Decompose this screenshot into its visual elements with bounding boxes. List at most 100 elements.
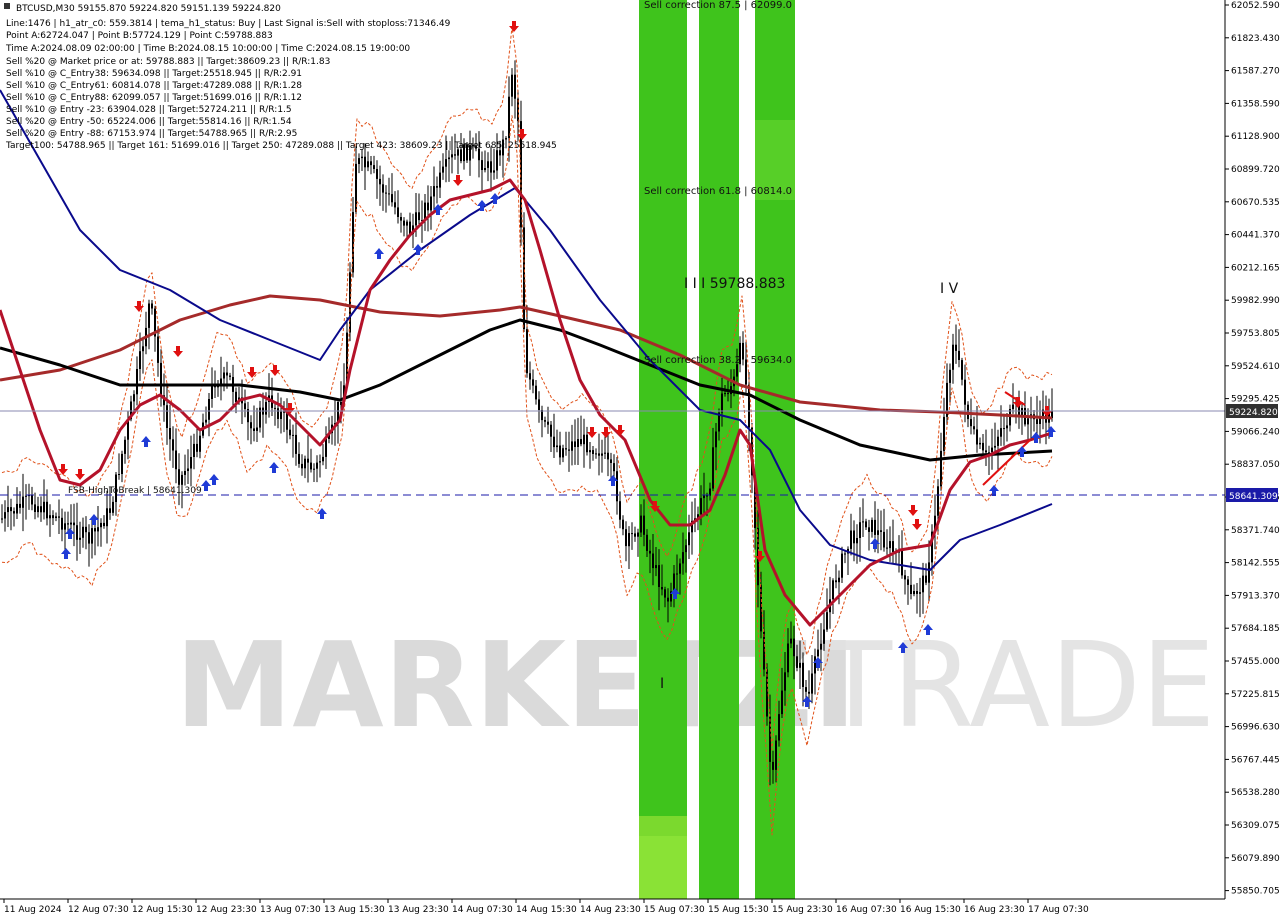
- candle-body: [622, 519, 624, 530]
- candle-body: [676, 573, 678, 575]
- candle-body: [775, 740, 777, 770]
- candle-body: [961, 360, 963, 380]
- candle-body: [643, 515, 645, 535]
- candle-body: [373, 165, 375, 169]
- price-tick-label: 61823.430: [1231, 34, 1280, 44]
- candle-body: [538, 399, 540, 410]
- candle-body: [406, 221, 408, 226]
- candle-body: [616, 471, 618, 502]
- candle-body: [1039, 418, 1041, 424]
- wave-1-label: I: [660, 676, 664, 692]
- candle-body: [901, 550, 903, 576]
- candle-body: [574, 441, 576, 447]
- info-line-9: Sell %20 @ Entry -88: 67153.974 || Targe…: [6, 129, 297, 139]
- candle-body: [175, 450, 177, 470]
- time-tick-label: 15 Aug 07:30: [644, 905, 705, 915]
- candle-body: [31, 495, 33, 505]
- candle-body: [700, 498, 702, 515]
- candle-body: [283, 411, 285, 413]
- candle-body: [817, 649, 819, 657]
- symbol-header: BTCUSD,M30 59155.870 59224.820 59151.139…: [16, 4, 281, 14]
- candle-body: [793, 638, 795, 657]
- candle-body: [313, 468, 315, 470]
- candle-body: [589, 450, 591, 453]
- candle-body: [55, 516, 57, 518]
- price-chart[interactable]: MARKETZI TRADE Sell correction 87.5 | 62…: [0, 0, 1280, 920]
- candle-body: [172, 439, 174, 451]
- candle-body: [325, 439, 327, 457]
- candle-body: [67, 523, 69, 525]
- candle-body: [310, 462, 312, 470]
- candle-body: [937, 486, 939, 516]
- candle-body: [688, 532, 690, 546]
- candle-body: [886, 547, 888, 549]
- candle-body: [40, 506, 42, 513]
- candle-body: [61, 517, 63, 530]
- candle-body: [451, 154, 453, 158]
- candle-body: [508, 96, 510, 139]
- candle-body: [523, 227, 525, 330]
- candle-body: [796, 656, 798, 668]
- price-tick-label: 59524.610: [1231, 362, 1280, 372]
- time-tick-label: 13 Aug 07:30: [260, 905, 321, 915]
- fsb-label: FSB-HighToBreak | 58641.309: [68, 486, 202, 496]
- time-tick-label: 12 Aug 07:30: [68, 905, 129, 915]
- candle-body: [1, 518, 3, 520]
- candle-body: [166, 405, 168, 428]
- candle-body: [244, 403, 246, 409]
- info-line-8: Sell %20 @ Entry -50: 65224.006 || Targe…: [6, 117, 292, 127]
- sell-correction-61-label: Sell correction 61.8 | 60814.0: [644, 186, 792, 197]
- candle-body: [85, 526, 87, 533]
- candle-body: [511, 74, 513, 97]
- price-tick-label: 56767.445: [1231, 755, 1280, 765]
- price-tick-label: 56996.630: [1231, 723, 1280, 733]
- candle-body: [433, 186, 435, 197]
- candle-body: [835, 580, 837, 583]
- candle-body: [841, 553, 843, 578]
- candle-body: [880, 530, 882, 532]
- candle-body: [394, 202, 396, 208]
- candle-body: [922, 575, 924, 593]
- price-tick-label: 57455.000: [1231, 657, 1280, 667]
- candle-body: [799, 662, 801, 668]
- candle-body: [790, 638, 792, 644]
- price-tick-label: 59295.425: [1231, 395, 1280, 405]
- candle-body: [400, 217, 402, 221]
- candle-body: [976, 429, 978, 445]
- price-tick-label: 56309.075: [1231, 821, 1280, 831]
- candle-body: [481, 160, 483, 170]
- price-tick-label: 58837.050: [1231, 460, 1280, 470]
- candle-body: [955, 344, 957, 351]
- candle-body: [556, 445, 558, 448]
- candle-body: [874, 519, 876, 535]
- price-tick-label: 60441.370: [1231, 231, 1280, 241]
- price-tick-label: 58142.555: [1231, 559, 1280, 569]
- candle-body: [52, 515, 54, 519]
- price-axis[interactable]: 62052.590 61823.430 61587.270 61358.590 6112…: [1224, 0, 1280, 920]
- info-line-4: Sell %10 @ C_Entry38: 59634.098 || Targe…: [6, 69, 302, 79]
- price-tick-label: 61587.270: [1231, 67, 1280, 77]
- candle-body: [703, 495, 705, 499]
- candle-body: [358, 158, 360, 164]
- candle-body: [778, 714, 780, 741]
- candle-body: [109, 508, 111, 513]
- time-axis[interactable]: 11 Aug 2024 12 Aug 07:30 12 Aug 15:30 12 Au…: [0, 898, 1225, 920]
- info-line-5: Sell %10 @ C_Entry61: 60814.078 || Targe…: [6, 81, 302, 91]
- info-line-1: Point A:62724.047 | Point B:57724.129 | …: [6, 31, 273, 41]
- candle-body: [91, 528, 93, 544]
- price-tick-label: 59753.805: [1231, 329, 1280, 339]
- candle-body: [820, 643, 822, 650]
- candle-body: [319, 461, 321, 463]
- candle-body: [151, 303, 153, 309]
- candle-body: [721, 393, 723, 413]
- candle-body: [1021, 408, 1023, 416]
- candle-body: [532, 379, 534, 386]
- candle-body: [661, 587, 663, 590]
- candle-body: [253, 428, 255, 431]
- candle-body: [943, 416, 945, 451]
- candle-body: [913, 591, 915, 595]
- candle-body: [427, 202, 429, 211]
- time-tick-label: 17 Aug 07:30: [1028, 905, 1089, 915]
- candle-body: [826, 612, 828, 630]
- price-tick-label: 56538.280: [1231, 788, 1280, 798]
